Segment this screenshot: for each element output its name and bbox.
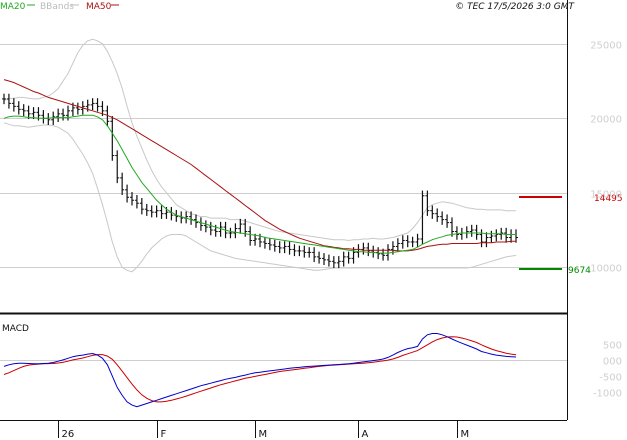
macd-tick-label: 500: [603, 341, 622, 352]
x-tick-label: M: [461, 429, 470, 440]
price-y-axis: 10000 15000 20000 25000: [590, 41, 622, 275]
macd-series-signal: [3, 336, 517, 403]
x-tick-label: A: [362, 429, 369, 440]
x-axis: 26 F M A M: [58, 420, 470, 440]
legend-ma50: MA50: [86, 2, 112, 12]
x-tick-label: 26: [62, 429, 75, 440]
macd-lines: [3, 333, 517, 408]
legend-ma20: MA20: [0, 2, 26, 12]
price-tick-label: 10000: [590, 264, 622, 275]
price-tick-label: 25000: [590, 41, 622, 52]
macd-series-macd: [3, 333, 517, 408]
credit-text: © TEC 17/5/2026 3:0 GMT: [455, 2, 575, 12]
x-tick-label: M: [259, 429, 268, 440]
level-marker-label: 9674: [568, 266, 591, 276]
x-tick-label: F: [161, 429, 167, 440]
legend: MA20 BBands MA50: [0, 2, 119, 12]
macd-tick-label: -500: [599, 373, 622, 384]
macd-y-axis: 500 000 -500 -1000: [593, 341, 622, 400]
macd-tick-label: -1000: [593, 389, 622, 400]
macd-title: MACD: [2, 324, 29, 334]
legend-bbands: BBands: [40, 2, 74, 12]
price-tick-label: 15000: [590, 190, 622, 201]
price-tick-label: 20000: [590, 115, 622, 126]
macd-tick-label: 000: [603, 357, 622, 368]
stock-chart: 144959674 10000150002000025000 500000-50…: [0, 0, 623, 440]
